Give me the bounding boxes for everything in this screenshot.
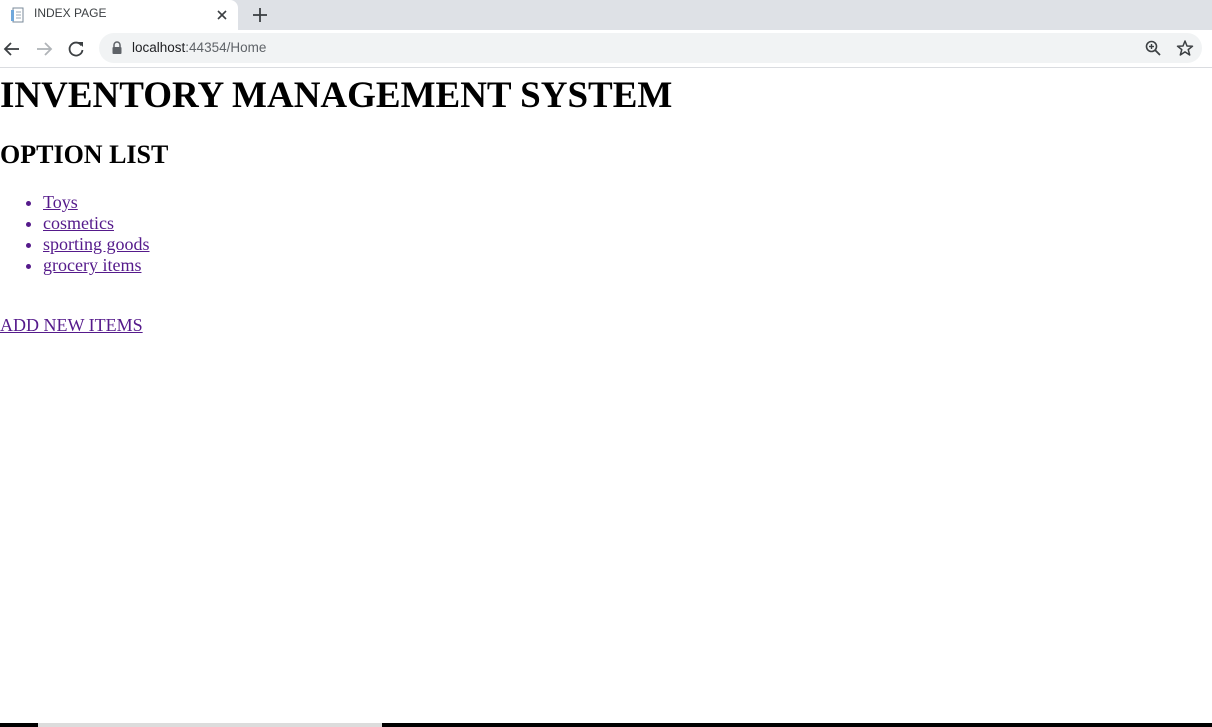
url-path: :44354/Home [185,40,267,55]
address-bar[interactable]: localhost:44354/Home [99,33,1202,63]
option-link-toys[interactable]: Toys [43,192,78,212]
zoom-icon[interactable] [1144,39,1162,57]
tab-index-page[interactable]: INDEX PAGE [0,0,238,30]
page-viewport: INVENTORY MANAGEMENT SYSTEM OPTION LIST … [0,68,1212,727]
add-new-items-link[interactable]: ADD NEW ITEMS [0,315,143,336]
url-text[interactable]: localhost:44354/Home [132,40,266,55]
option-list: Toys cosmetics sporting goods grocery it… [0,192,150,276]
section-title: OPTION LIST [0,140,169,169]
new-tab-icon[interactable] [250,5,270,25]
lock-icon [111,41,123,55]
document-icon [10,7,26,23]
option-link-cosmetics[interactable]: cosmetics [43,213,114,233]
list-item: grocery items [43,255,150,276]
option-link-grocery-items[interactable]: grocery items [43,255,141,275]
browser-toolbar: localhost:44354/Home [0,30,1212,68]
bottom-edge [0,723,1212,727]
list-item: Toys [43,192,150,213]
list-item: sporting goods [43,234,150,255]
option-link-sporting-goods[interactable]: sporting goods [43,234,150,254]
bottom-edge-segment [382,723,1212,727]
bottom-edge-segment [0,723,38,727]
tab-strip: INDEX PAGE [0,0,1212,30]
close-icon[interactable] [213,6,231,24]
bookmark-star-icon[interactable] [1176,39,1194,57]
forward-arrow-icon[interactable] [33,38,55,60]
page-title: INVENTORY MANAGEMENT SYSTEM [0,75,673,116]
browser-window: INDEX PAGE localhost:44354/Home INVENTOR… [0,0,1212,727]
reload-icon[interactable] [65,38,87,60]
list-item: cosmetics [43,213,150,234]
bottom-edge-segment [38,723,382,727]
url-host: localhost [132,40,186,55]
back-arrow-icon[interactable] [1,38,23,60]
tab-title: INDEX PAGE [34,6,107,20]
